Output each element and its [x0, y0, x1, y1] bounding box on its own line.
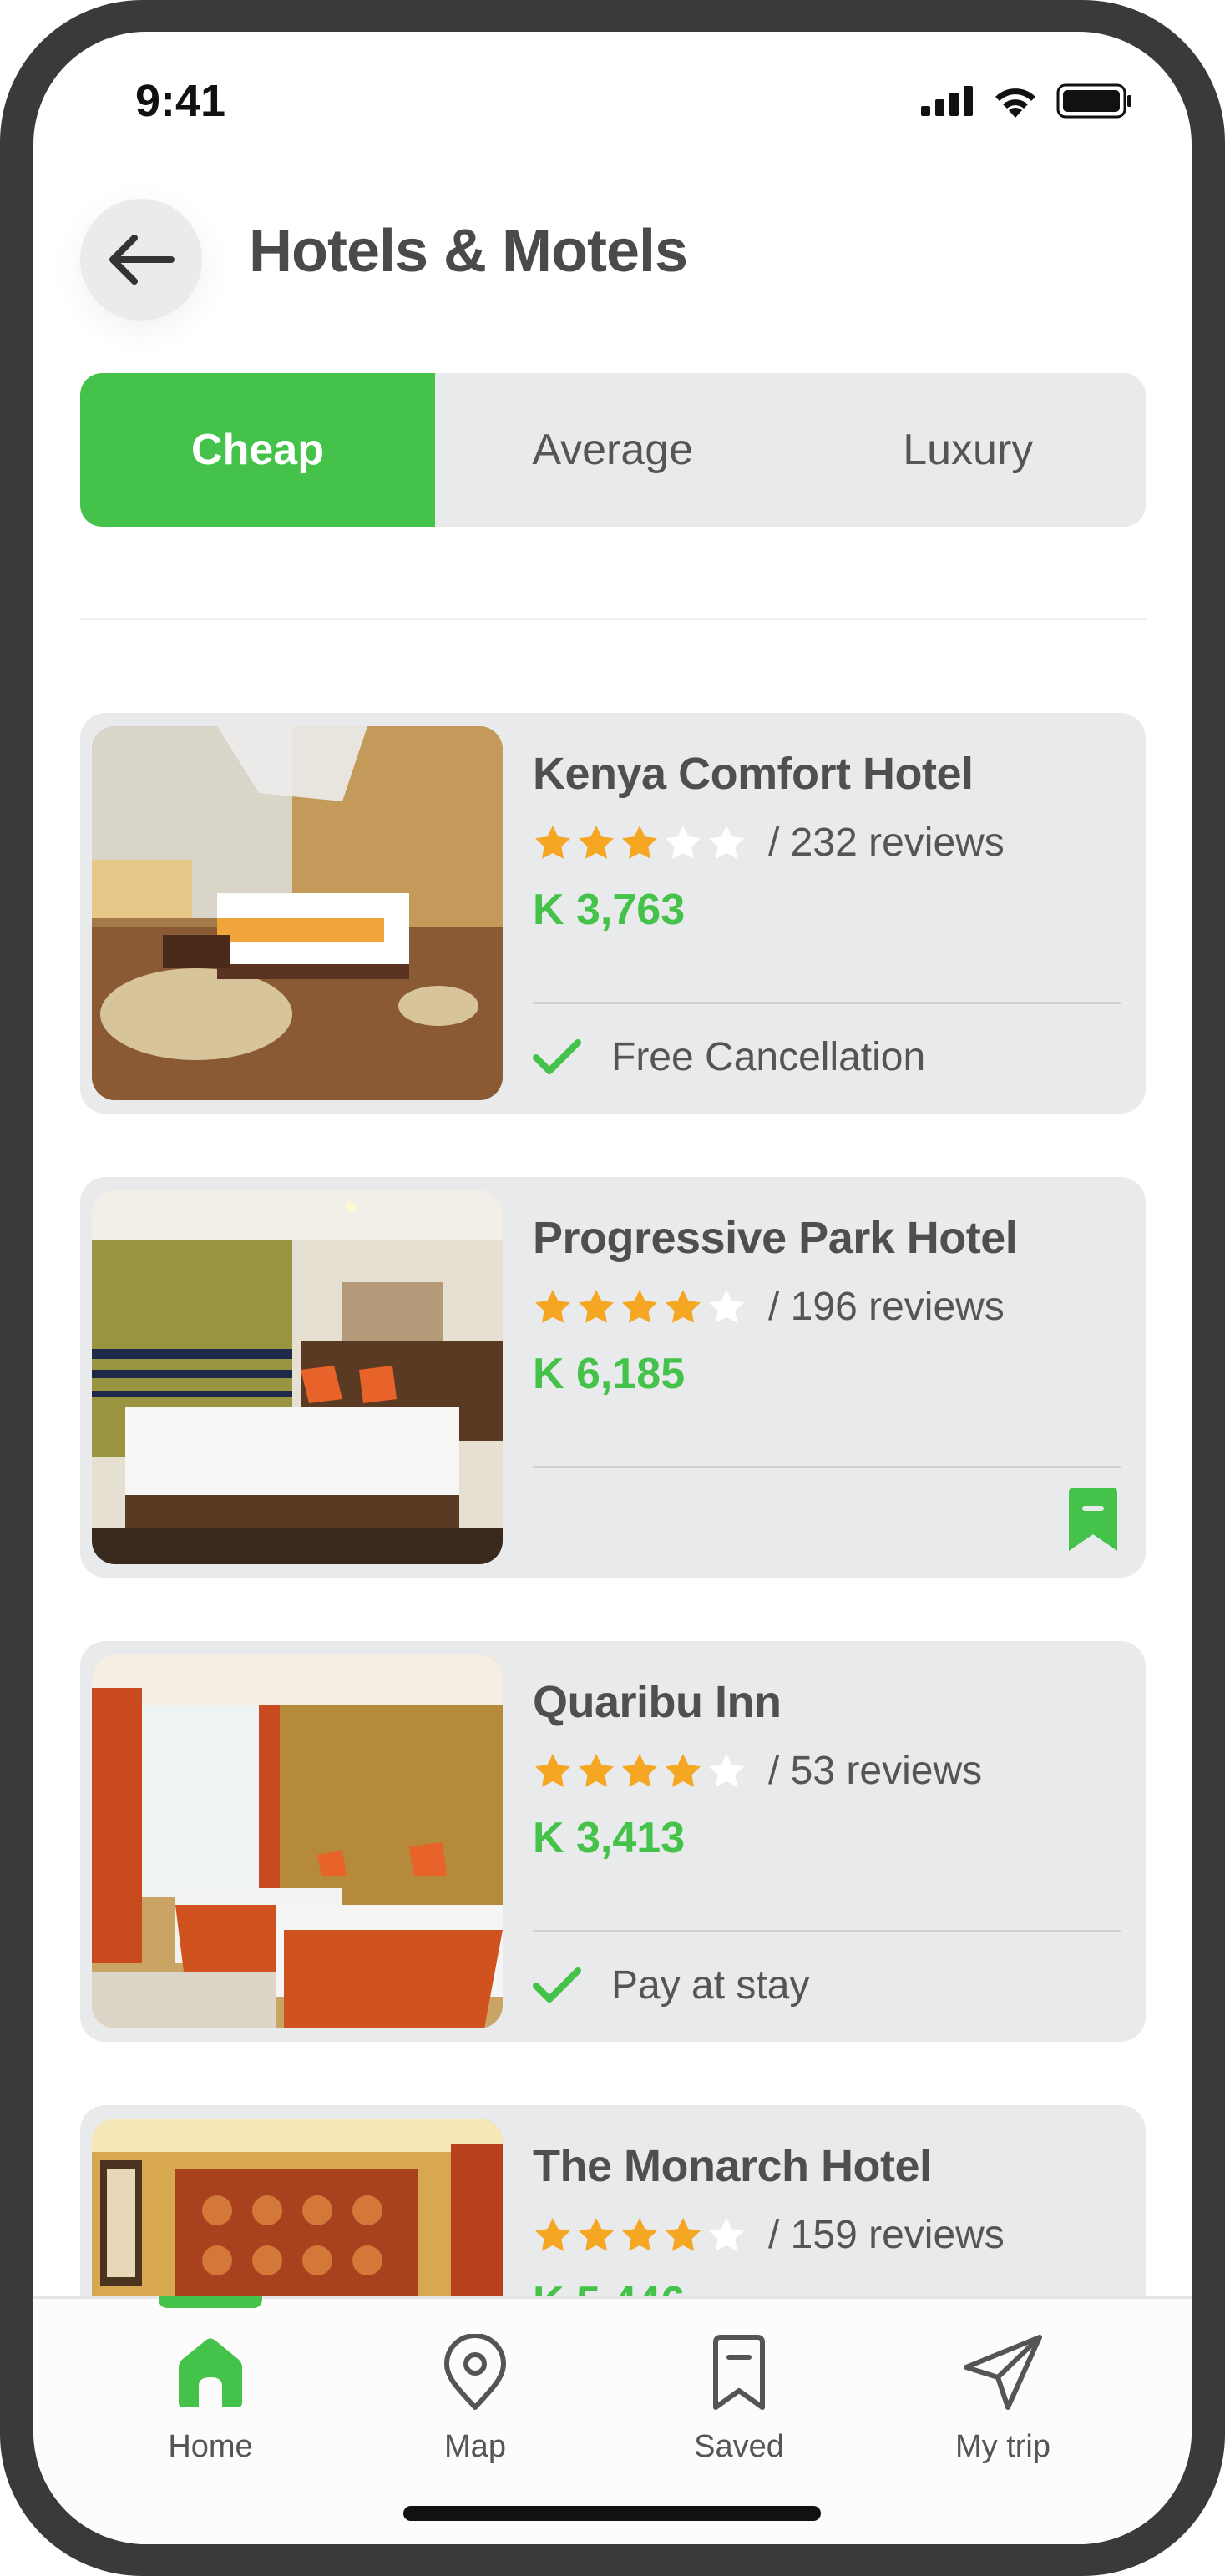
rating: / 53 reviews: [533, 1748, 982, 1794]
nav-item-map[interactable]: Map: [375, 2334, 575, 2465]
price-filter-tabs: Cheap Average Luxury: [80, 373, 1146, 527]
active-nav-indicator: [159, 2296, 262, 2308]
star-empty-icon: [709, 1753, 744, 1787]
star-filled-icon: [579, 1753, 614, 1787]
star-filled-icon: [622, 1753, 657, 1787]
hotel-name: The Monarch Hotel: [533, 2141, 932, 2191]
hotel-photo: [92, 1190, 503, 1564]
star-empty-icon: [709, 825, 744, 859]
star-empty-icon: [666, 825, 701, 859]
hotel-card[interactable]: Progressive Park Hotel / 196 reviews K 6…: [80, 1177, 1146, 1578]
review-count: / 159 reviews: [768, 2213, 1005, 2257]
star-empty-icon: [709, 2217, 744, 2251]
divider: [80, 618, 1146, 620]
card-divider: [533, 1002, 1121, 1004]
hotel-name: Progressive Park Hotel: [533, 1213, 1018, 1263]
tab-luxury[interactable]: Luxury: [791, 373, 1147, 527]
star-filled-icon: [622, 1289, 657, 1323]
hotel-name: Kenya Comfort Hotel: [533, 749, 974, 799]
screen: 9:41 Hotels & Motels Cheap Average Luxur…: [33, 32, 1192, 2544]
hotel-price: K 3,413: [533, 1814, 686, 1862]
star-filled-icon: [535, 1753, 570, 1787]
feature-row: Free Cancellation: [533, 1034, 925, 1080]
hotel-price: K 6,185: [533, 1350, 686, 1398]
nav-label: My trip: [955, 2429, 1050, 2464]
feature-row: Pay at stay: [533, 1962, 809, 2008]
star-filled-icon: [579, 1289, 614, 1323]
battery-icon: [1056, 83, 1131, 119]
hotel-photo: [92, 726, 503, 1100]
hotel-name: Quaribu Inn: [533, 1677, 782, 1727]
hotel-card[interactable]: Kenya Comfort Hotel / 232 reviews K 3,76…: [80, 713, 1146, 1114]
star-filled-icon: [666, 2217, 701, 2251]
signal-icon: [921, 86, 973, 116]
nav-label: Home: [168, 2429, 253, 2464]
star-filled-icon: [535, 1289, 570, 1323]
home-indicator: [403, 2506, 821, 2521]
map-pin-icon: [444, 2334, 506, 2410]
page-title: Hotels & Motels: [249, 218, 688, 285]
star-filled-icon: [535, 2217, 570, 2251]
nav-label: Map: [444, 2429, 506, 2464]
rating: / 196 reviews: [533, 1284, 1005, 1330]
review-count: / 196 reviews: [768, 1285, 1005, 1329]
feature-label: Free Cancellation: [611, 1035, 926, 1079]
home-icon: [179, 2338, 242, 2407]
hotel-card[interactable]: Quaribu Inn / 53 reviews K 3,413 Pay at …: [80, 1641, 1146, 2042]
feature-label: Pay at stay: [611, 1963, 810, 2008]
check-icon: [533, 1967, 581, 2003]
star-filled-icon: [666, 1289, 701, 1323]
card-divider: [533, 1466, 1121, 1468]
star-filled-icon: [666, 1753, 701, 1787]
tab-cheap[interactable]: Cheap: [80, 373, 435, 527]
nav-label: Saved: [694, 2429, 784, 2464]
rating: / 159 reviews: [533, 2212, 1005, 2258]
nav-item-saved[interactable]: Saved: [639, 2334, 839, 2465]
star-filled-icon: [535, 825, 570, 859]
rating: / 232 reviews: [533, 820, 1005, 866]
send-icon: [964, 2335, 1042, 2410]
card-divider: [533, 1930, 1121, 1932]
review-count: / 53 reviews: [768, 1749, 983, 1793]
review-count: / 232 reviews: [768, 821, 1005, 865]
nav-item-home[interactable]: Home: [110, 2334, 311, 2465]
wifi-icon: [995, 88, 1035, 118]
star-filled-icon: [622, 2217, 657, 2251]
star-empty-icon: [709, 1289, 744, 1323]
hotel-price: K 3,763: [533, 886, 686, 934]
check-icon: [533, 1038, 581, 1074]
bookmark-filled-icon: [1069, 1488, 1117, 1551]
star-filled-icon: [579, 825, 614, 859]
back-button[interactable]: [80, 199, 202, 321]
status-time: 9:41: [135, 76, 226, 126]
bookmark-icon: [713, 2335, 765, 2410]
status-icons: [921, 83, 1133, 119]
star-filled-icon: [579, 2217, 614, 2251]
arrow-left-icon: [109, 235, 175, 285]
star-filled-icon: [622, 825, 657, 859]
bookmark-button[interactable]: [1066, 1486, 1121, 1556]
hotel-photo: [92, 1654, 503, 2028]
tab-average[interactable]: Average: [435, 373, 791, 527]
nav-item-my-trip[interactable]: My trip: [903, 2334, 1103, 2465]
